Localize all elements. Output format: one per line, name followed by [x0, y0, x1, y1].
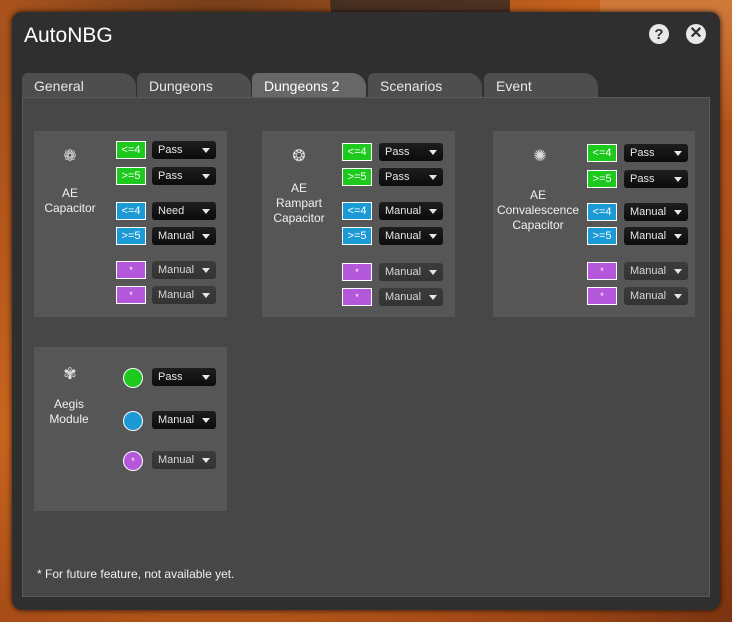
rule-tag: <=4: [587, 144, 617, 162]
roll-dropdown[interactable]: Pass: [152, 167, 216, 185]
aegis-module-icon: ✾: [63, 366, 77, 383]
help-icon[interactable]: ?: [649, 24, 669, 44]
roll-dropdown[interactable]: Pass: [624, 170, 688, 188]
rule-tag: >=5: [342, 227, 372, 245]
roll-dropdown[interactable]: Pass: [379, 168, 443, 186]
roll-dropdown[interactable]: Pass: [624, 144, 688, 162]
item-card-aegis-module: ✾ Aegis Module Pass Manual * Manual: [34, 347, 227, 511]
rule-tag: >=5: [587, 227, 617, 245]
roll-dropdown[interactable]: Manual: [624, 262, 688, 280]
roll-dropdown[interactable]: Manual: [379, 288, 443, 306]
tab-dungeons[interactable]: Dungeons: [137, 73, 251, 97]
item-name: AE Convalescence Capacitor: [496, 188, 580, 232]
tab-dungeons-2[interactable]: Dungeons 2: [252, 73, 366, 97]
roll-dropdown[interactable]: Pass: [379, 143, 443, 161]
rule-dot: [123, 411, 143, 431]
item-card-ae-rampart-capacitor: ❂ AE Rampart Capacitor <=4 Pass >=5 Pass <…: [262, 131, 455, 317]
rule-tag: *: [342, 263, 372, 281]
footnote: * For future feature, not available yet.: [37, 567, 235, 581]
tab-general[interactable]: General: [22, 73, 136, 97]
rule-tag: >=5: [587, 170, 617, 188]
roll-dropdown[interactable]: Manual: [379, 202, 443, 220]
rule-tag: *: [116, 261, 146, 279]
rule-tag: >=5: [342, 168, 372, 186]
rule-dot: [123, 368, 143, 388]
item-card-ae-capacitor: ❁ AE Capacitor <=4 Pass >=5 Pass <=4 Need…: [34, 131, 227, 317]
roll-dropdown[interactable]: Manual: [624, 287, 688, 305]
rule-tag: >=5: [116, 167, 146, 185]
capacitor-icon: ❁: [63, 148, 77, 165]
tab-event[interactable]: Event: [484, 73, 598, 97]
roll-dropdown[interactable]: Manual: [152, 451, 216, 469]
tab-content-panel: ❁ AE Capacitor <=4 Pass >=5 Pass <=4 Need…: [22, 97, 710, 597]
roll-dropdown[interactable]: Need: [152, 202, 216, 220]
rule-tag: <=4: [116, 202, 146, 220]
rule-tag: *: [116, 286, 146, 304]
roll-dropdown[interactable]: Manual: [379, 263, 443, 281]
rule-dot: *: [123, 451, 143, 471]
roll-dropdown[interactable]: Manual: [152, 227, 216, 245]
item-name: AE Rampart Capacitor: [273, 181, 325, 225]
item-card-ae-convalescence-capacitor: ✺ AE Convalescence Capacitor <=4 Pass >=5 …: [493, 131, 695, 317]
roll-dropdown[interactable]: Manual: [624, 203, 688, 221]
roll-dropdown[interactable]: Pass: [152, 141, 216, 159]
rule-tag: *: [342, 288, 372, 306]
roll-dropdown[interactable]: Pass: [152, 368, 216, 386]
item-name: AE Capacitor: [44, 186, 96, 215]
roll-dropdown[interactable]: Manual: [152, 261, 216, 279]
autonbg-window: AutoNBG ? ✕ General Dungeons Dungeons 2 …: [12, 12, 720, 610]
roll-dropdown[interactable]: Manual: [152, 411, 216, 429]
convalescence-capacitor-icon: ✺: [533, 148, 547, 165]
window-title: AutoNBG: [24, 24, 113, 47]
rule-tag: *: [587, 262, 617, 280]
rampart-capacitor-icon: ❂: [292, 148, 306, 165]
tab-scenarios[interactable]: Scenarios: [368, 73, 482, 97]
item-name: Aegis Module: [49, 397, 89, 426]
roll-dropdown[interactable]: Manual: [624, 227, 688, 245]
rule-tag: <=4: [342, 202, 372, 220]
rule-tag: *: [587, 287, 617, 305]
rule-tag: >=5: [116, 227, 146, 245]
rule-tag: <=4: [587, 203, 617, 221]
rule-tag: <=4: [342, 143, 372, 161]
roll-dropdown[interactable]: Manual: [379, 227, 443, 245]
close-icon[interactable]: ✕: [686, 24, 706, 44]
rule-tag: <=4: [116, 141, 146, 159]
roll-dropdown[interactable]: Manual: [152, 286, 216, 304]
